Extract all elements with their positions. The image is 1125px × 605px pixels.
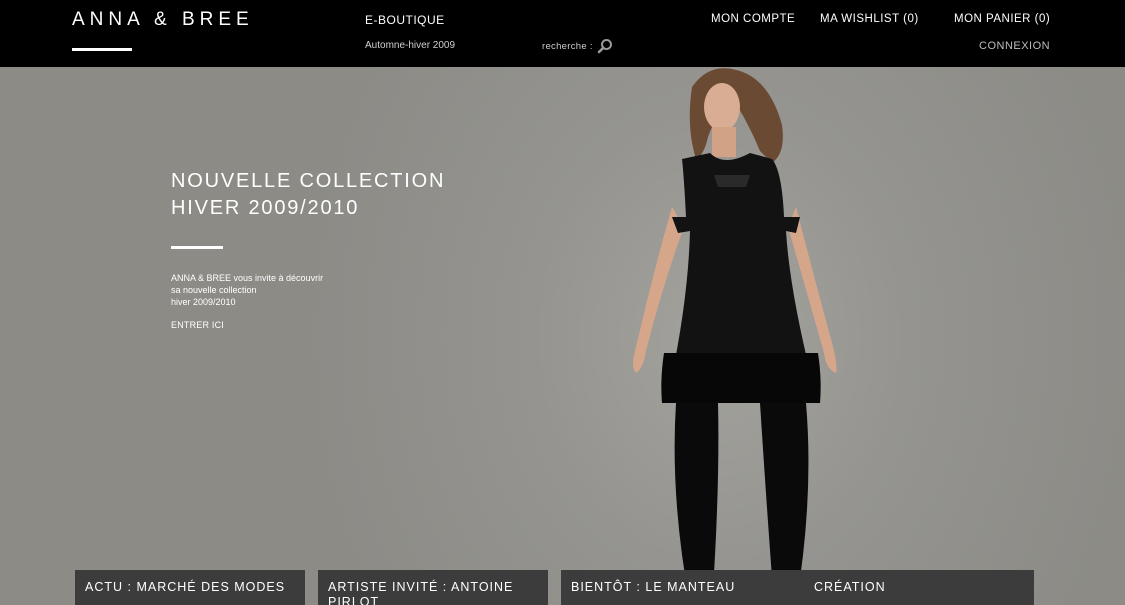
news-tab[interactable]: ACTU : MARCHÉ DES MODES xyxy=(75,570,305,605)
hero-divider xyxy=(171,246,223,249)
creation-tab-label[interactable]: CRÉATION xyxy=(814,580,886,595)
hero-description: ANNA & BREE vous invite à découvrir sa n… xyxy=(171,272,371,308)
search-label: recherche : xyxy=(542,40,593,52)
guest-artist-tab-label: ARTISTE INVITÉ : ANTOINE PIRLOT xyxy=(328,580,514,605)
site-header: ANNA & BREE E-BOUTIQUE Automne-hiver 200… xyxy=(0,0,1125,67)
wishlist-link[interactable]: MA WISHLIST (0) xyxy=(820,13,919,25)
hero-banner: NOUVELLE COLLECTION HIVER 2009/2010 ANNA… xyxy=(0,67,1125,605)
search-icon[interactable] xyxy=(597,38,613,54)
hero-title-line2: HIVER 2009/2010 xyxy=(171,197,360,219)
search-area: recherche : xyxy=(542,38,613,54)
enter-link[interactable]: ENTRER ICI xyxy=(171,320,224,330)
logo-underline xyxy=(72,48,132,51)
guest-artist-tab[interactable]: ARTISTE INVITÉ : ANTOINE PIRLOT xyxy=(318,570,548,605)
hero-text-line3: hiver 2009/2010 xyxy=(171,297,236,307)
hero-text-line2: sa nouvelle collection xyxy=(171,285,257,295)
login-link[interactable]: CONNEXION xyxy=(979,40,1050,52)
cart-link[interactable]: MON PANIER (0) xyxy=(954,13,1050,25)
hero-title: NOUVELLE COLLECTION HIVER 2009/2010 xyxy=(171,168,445,222)
nav-eboutique-link[interactable]: E-BOUTIQUE xyxy=(365,13,445,27)
news-tab-label: ACTU : MARCHÉ DES MODES xyxy=(85,580,286,594)
coming-soon-tab-label: BIENTÔT : LE MANTEAU xyxy=(571,580,736,594)
hero-title-line1: NOUVELLE COLLECTION xyxy=(171,170,446,192)
model-photo xyxy=(633,68,837,605)
coming-soon-tab[interactable]: BIENTÔT : LE MANTEAU CRÉATION xyxy=(561,570,1034,605)
season-link[interactable]: Automne-hiver 2009 xyxy=(365,40,455,51)
my-account-link[interactable]: MON COMPTE xyxy=(711,13,795,25)
brand-logo[interactable]: ANNA & BREE xyxy=(72,9,254,31)
hero-text-line1: ANNA & BREE vous invite à découvrir xyxy=(171,273,324,283)
